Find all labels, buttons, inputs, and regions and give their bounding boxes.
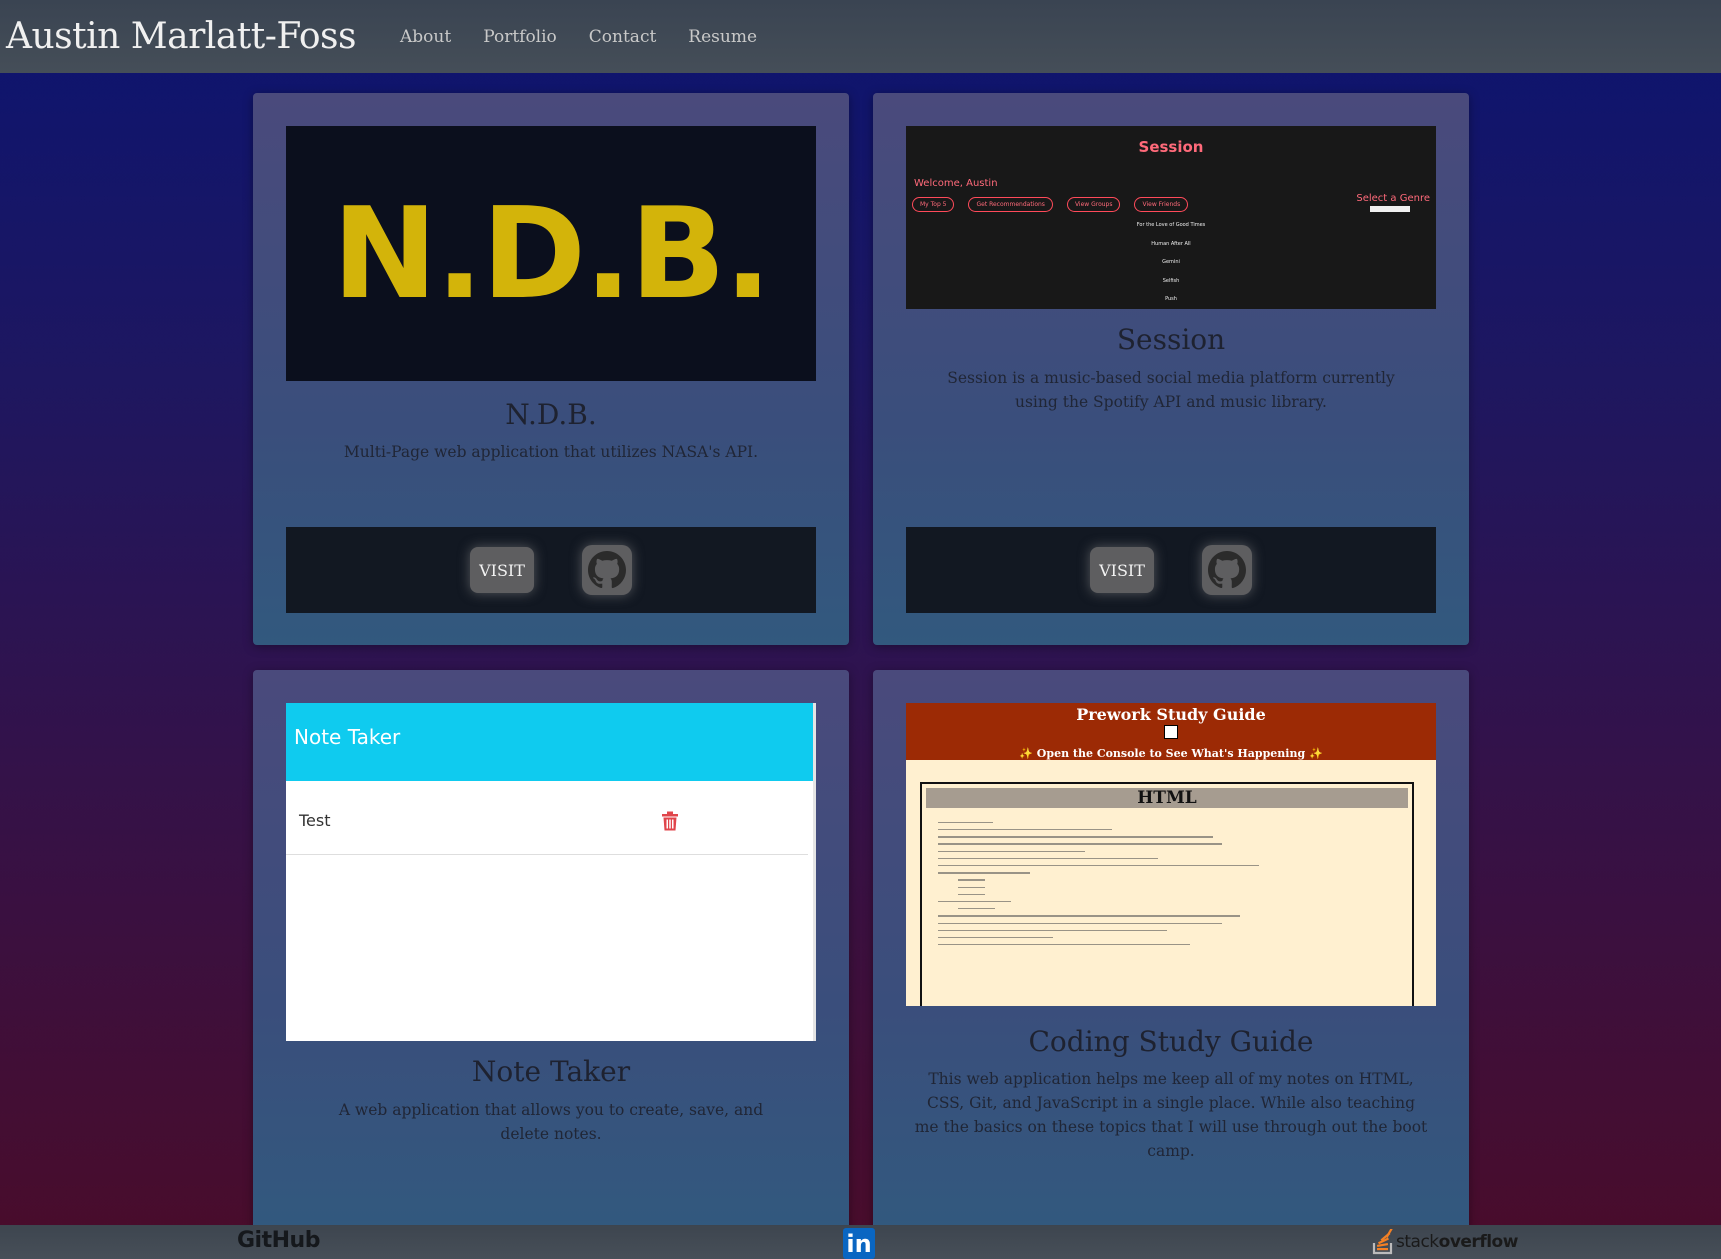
github-icon	[1208, 551, 1246, 589]
stackoverflow-link[interactable]: stackoverflow	[1372, 1229, 1518, 1255]
project-title: N.D.B.	[505, 398, 597, 431]
session-genre-label: Select a Genre	[1356, 193, 1430, 204]
guide-section-title: HTML	[926, 788, 1408, 808]
nav-about[interactable]: About	[384, 27, 467, 47]
project-card-ndb: N.D.B. N.D.B. Multi-Page web application…	[253, 93, 849, 645]
session-pill: Get Recommendations	[968, 197, 1053, 212]
nav-resume[interactable]: Resume	[672, 27, 773, 47]
github-icon	[588, 551, 626, 589]
session-track: For the Love of Good Times	[1136, 222, 1206, 228]
project-card-session: Session Welcome, Austin My Top 5 Get Rec…	[873, 93, 1469, 645]
session-pill: View Friends	[1134, 197, 1189, 212]
project-card-study-guide: Prework Study Guide ✨ Open the Console t…	[873, 670, 1469, 1230]
project-title: Coding Study Guide	[1028, 1025, 1314, 1058]
trash-icon	[662, 811, 678, 830]
nav-portfolio[interactable]: Portfolio	[467, 27, 573, 47]
ndb-logo: N.D.B.	[332, 180, 772, 327]
github-button[interactable]	[582, 545, 632, 595]
session-app-title: Session	[1138, 138, 1204, 156]
note-item: Test	[286, 787, 808, 855]
session-pill: My Top 5	[912, 197, 955, 212]
guide-header: Prework Study Guide ✨ Open the Console t…	[906, 703, 1436, 760]
stackoverflow-icon	[1372, 1229, 1394, 1255]
social-footer: GitHub in stackoverflow	[0, 1225, 1721, 1259]
project-description: Session is a music-based social media pl…	[947, 369, 1395, 411]
visit-button[interactable]: VISIT	[1090, 547, 1154, 593]
project-card-note-taker: Note Taker Test Note Taker A web applica…	[253, 670, 849, 1230]
project-title: Session	[1116, 323, 1226, 356]
project-description: Multi-Page web application that utilizes…	[343, 443, 759, 461]
session-track: Selfish	[1162, 277, 1180, 284]
session-thumbnail[interactable]: Session Welcome, Austin My Top 5 Get Rec…	[906, 126, 1436, 309]
session-track: Human After All	[1151, 240, 1191, 247]
session-track: Push	[1165, 296, 1177, 302]
github-button[interactable]	[1202, 545, 1252, 595]
site-brand[interactable]: Austin Marlatt-Foss	[6, 16, 357, 57]
session-welcome: Welcome, Austin	[914, 178, 998, 189]
github-link[interactable]: GitHub	[237, 1228, 320, 1253]
navbar: Austin Marlatt-Foss About Portfolio Cont…	[0, 0, 1721, 73]
visit-button[interactable]: VISIT	[470, 547, 534, 593]
so-light: stack	[1396, 1232, 1439, 1252]
guide-title: Prework Study Guide	[1076, 705, 1266, 724]
ndb-thumbnail[interactable]: N.D.B.	[286, 126, 816, 381]
linkedin-icon[interactable]: in	[843, 1228, 875, 1259]
note-taker-header: Note Taker	[286, 703, 813, 781]
session-pill: View Groups	[1066, 197, 1121, 212]
project-actions: VISIT	[906, 527, 1436, 613]
nav-links: About Portfolio Contact Resume	[384, 27, 773, 47]
stackoverflow-wordmark: stackoverflow	[1396, 1232, 1518, 1252]
guide-section: HTML	[920, 782, 1414, 1006]
session-track: Gemini	[1162, 259, 1180, 265]
project-actions: VISIT	[286, 527, 816, 613]
project-description: A web application that allows you to cre…	[338, 1101, 764, 1143]
note-taker-thumbnail[interactable]: Note Taker Test	[286, 703, 816, 1041]
session-track-list: For the Love of Good Times Human After A…	[906, 222, 1436, 309]
session-buttons: My Top 5 Get Recommendations View Groups…	[912, 197, 1189, 212]
project-description: This web application helps me keep all o…	[914, 1070, 1428, 1160]
guide-subtitle: ✨ Open the Console to See What's Happeni…	[1019, 747, 1323, 760]
session-genre-select	[1370, 206, 1410, 212]
nav-contact[interactable]: Contact	[573, 27, 673, 47]
study-guide-thumbnail[interactable]: Prework Study Guide ✨ Open the Console t…	[906, 703, 1436, 1006]
cube-icon	[1164, 725, 1178, 739]
project-title: Note Taker	[471, 1055, 631, 1088]
note-item-title: Test	[299, 811, 331, 830]
so-bold: overflow	[1438, 1232, 1519, 1252]
guide-notes-text	[926, 808, 1408, 959]
